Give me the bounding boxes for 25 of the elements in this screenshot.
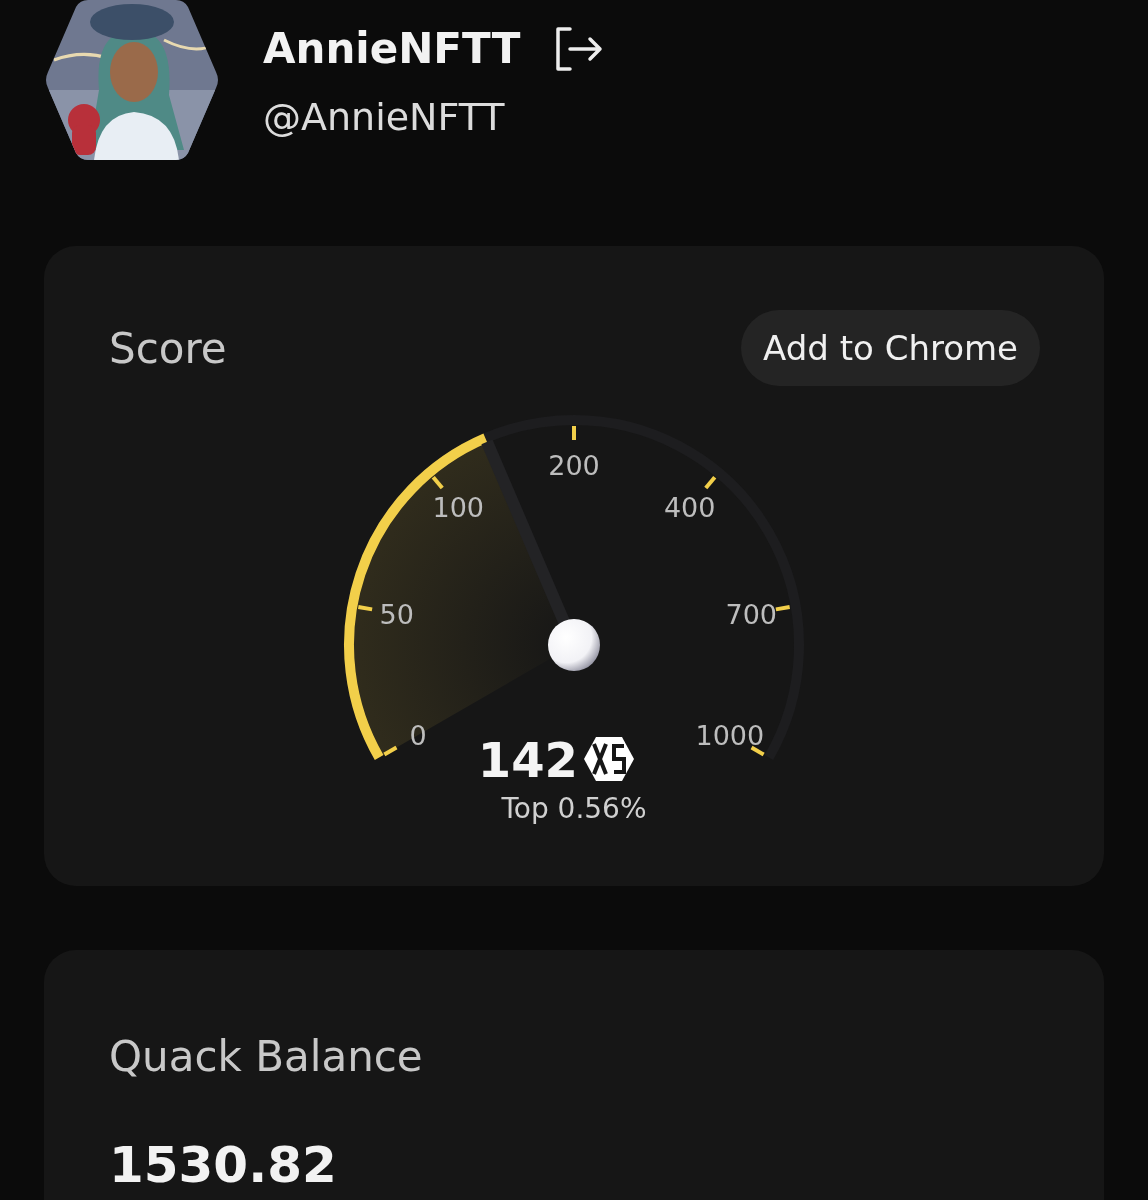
gauge-tick — [775, 605, 791, 612]
gauge-tick — [383, 745, 398, 757]
card-title: Quack Balance — [109, 1032, 424, 1081]
tick-label: 700 — [725, 598, 778, 630]
gauge-tick — [750, 745, 765, 757]
user-name: AnnieNFTT — [263, 24, 521, 73]
tick-label: 0 — [409, 720, 427, 751]
tick-label: 200 — [548, 450, 600, 481]
score-value: 142 — [477, 732, 578, 788]
logout-icon[interactable] — [554, 26, 605, 71]
gauge-tick — [704, 475, 717, 490]
rank-text: Top 0.56% — [501, 792, 647, 825]
add-to-chrome-button[interactable]: Add to Chrome — [741, 310, 1040, 386]
balance-value: 1530.82 — [109, 1136, 338, 1194]
tick-label: 50 — [379, 598, 414, 630]
gauge-tick — [572, 426, 576, 440]
tick-label: 1000 — [695, 720, 765, 751]
gauge-tick — [431, 475, 444, 490]
gauge-tick — [357, 605, 373, 612]
card-title: Score — [109, 323, 227, 373]
needle-knob — [548, 619, 600, 671]
hexagon-badge-icon — [584, 737, 634, 781]
tick-label: 400 — [663, 492, 716, 524]
user-handle: @AnnieNFTT — [263, 95, 506, 139]
tick-label: 100 — [432, 492, 485, 524]
